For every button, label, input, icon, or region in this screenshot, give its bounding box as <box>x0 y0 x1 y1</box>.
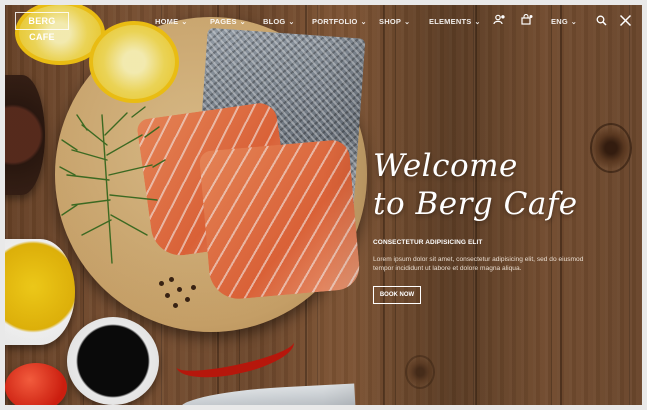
hero-title-line: Welcome <box>373 148 518 184</box>
site-header: BERG CAFE HOME ⌄ PAGES ⌄ BLOG ⌄ PORTFOLIO ⌄ … <box>5 5 642 42</box>
site-logo[interactable]: BERG CAFE <box>15 12 69 42</box>
chevron-down-icon: ⌄ <box>181 19 188 26</box>
chevron-down-icon: ⌄ <box>404 19 411 26</box>
hero-description: Lorem ipsum dolor sit amet, consectetur … <box>373 256 584 272</box>
user-icon[interactable]: ● <box>493 14 505 29</box>
chevron-down-icon: ⌄ <box>288 19 295 26</box>
nav-item-label: HOME <box>155 17 179 26</box>
nav-item-label: PAGES <box>210 17 237 26</box>
nav-item-blog[interactable]: BLOG ⌄ <box>263 17 295 26</box>
nav-item-label: PORTFOLIO <box>312 17 358 26</box>
nav-item-elements[interactable]: ELEMENTS ⌄ <box>429 17 481 26</box>
nav-item-portfolio[interactable]: PORTFOLIO ⌄ <box>312 17 367 26</box>
book-now-button[interactable]: BOOK NOW <box>373 286 421 304</box>
hero-title-line: to Berg Cafe <box>373 186 578 222</box>
nav-item-label: BLOG <box>263 17 286 26</box>
hero-section: BERG CAFE HOME ⌄ PAGES ⌄ BLOG ⌄ PORTFOLIO ⌄ … <box>5 5 642 405</box>
nav-item-pages[interactable]: PAGES ⌄ <box>210 17 246 26</box>
chevron-down-icon: ⌄ <box>474 19 481 26</box>
language-selector[interactable]: ENG ⌄ <box>551 17 577 26</box>
language-label: ENG <box>551 17 568 26</box>
nav-item-home[interactable]: HOME ⌄ <box>155 17 187 26</box>
chevron-down-icon: ⌄ <box>360 19 367 26</box>
nav-item-shop[interactable]: SHOP ⌄ <box>379 17 410 26</box>
chevron-down-icon: ⌄ <box>570 19 577 26</box>
chevron-down-icon: ⌄ <box>239 19 246 26</box>
cart-icon[interactable] <box>521 13 533 29</box>
hero-title: Welcome to Berg Cafe <box>373 147 623 223</box>
close-icon[interactable] <box>619 14 632 31</box>
svg-text:●: ● <box>501 15 505 20</box>
nav-item-label: SHOP <box>379 17 402 26</box>
nav-item-label: ELEMENTS <box>429 17 472 26</box>
hero-subtitle: CONSECTETUR ADIPISICING ELIT <box>373 239 483 246</box>
search-icon[interactable] <box>596 15 607 30</box>
